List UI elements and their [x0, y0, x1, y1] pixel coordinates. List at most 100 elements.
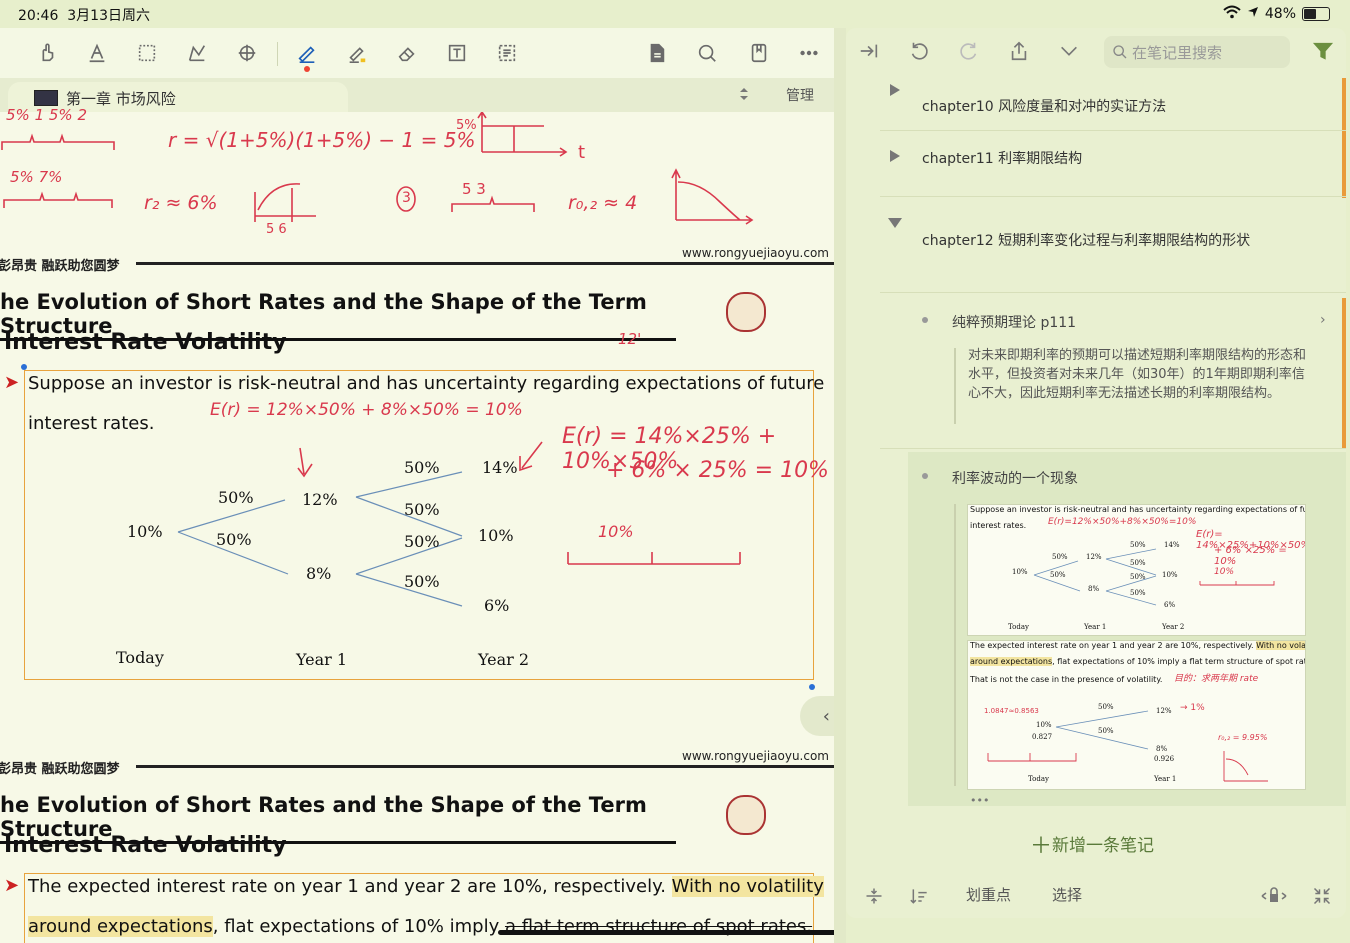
scroll-accent	[1342, 78, 1346, 198]
pen-icon[interactable]	[292, 38, 322, 72]
lasso-free-icon[interactable]	[182, 38, 212, 68]
expand-all-icon[interactable]	[864, 886, 884, 910]
search-icon[interactable]	[692, 38, 722, 68]
bookmark-icon[interactable]	[744, 38, 774, 68]
shape-icon[interactable]	[232, 38, 262, 68]
clip1-p2: 50%	[1130, 559, 1146, 567]
undo-icon[interactable]	[908, 40, 934, 66]
toolbar-divider	[277, 42, 278, 66]
clip1-y1-down: 8%	[1088, 585, 1100, 593]
location-icon	[1247, 6, 1259, 22]
tree-year1: Year 1	[296, 650, 348, 669]
tree-p2: 50%	[404, 500, 440, 519]
add-note-button[interactable]: ＋新增一条笔记	[1030, 828, 1154, 860]
filter-icon[interactable]	[1312, 40, 1338, 66]
select-button[interactable]: 选择	[1052, 884, 1082, 905]
note-title-1[interactable]: 纯粹预期理论 p111	[952, 312, 1076, 332]
expand-triangle-icon[interactable]	[890, 84, 900, 96]
search-placeholder: 在笔记里搜索	[1132, 44, 1223, 62]
eraser-icon[interactable]	[392, 38, 422, 68]
note-content-1: 对未来即期利率的预期可以描述短期利率期限结构的形态和水平，但投资者对未来几年（如…	[968, 348, 1307, 401]
note-bullet	[922, 473, 928, 479]
chapter-12[interactable]: chapter12 短期利率变化过程与利率期限结构的形状	[922, 230, 1250, 250]
battery-percent: 48%	[1264, 6, 1296, 22]
quote-bar	[954, 504, 956, 786]
note-clip-image-1[interactable]: Suppose an investor is risk-neutral and …	[967, 504, 1306, 636]
separator	[880, 196, 1346, 197]
plus-icon: ＋	[1030, 834, 1053, 859]
collapse-triangle-icon[interactable]	[888, 218, 902, 228]
tree-root: 10%	[127, 522, 163, 541]
ocr-icon[interactable]	[492, 38, 522, 68]
slide2-header: 彭昂贵 融跃助您圆梦	[0, 762, 120, 777]
clip2-down: 8%	[1156, 745, 1168, 753]
tree-y2-down: 6%	[484, 596, 510, 615]
status-right: 48%	[1223, 5, 1330, 23]
chevron-right-icon[interactable]: ›	[1320, 312, 1326, 328]
sort-down-icon[interactable]	[910, 886, 930, 910]
lasso-rect-icon[interactable]	[132, 38, 162, 68]
scroll-accent-2	[1342, 298, 1346, 448]
notes-search-input[interactable]: 在笔记里搜索	[1104, 36, 1290, 68]
split-divider[interactable]	[834, 28, 846, 943]
notes-toolbar: 在笔记里搜索	[846, 28, 1346, 78]
slide2-body-line2: around expectations, flat expectations o…	[28, 916, 813, 937]
clip1-p4: 50%	[1130, 589, 1146, 597]
tree-y2-mid: 10%	[478, 526, 514, 545]
expand-triangle-icon[interactable]	[890, 150, 900, 162]
battery-icon	[1302, 7, 1330, 21]
note-bullet	[922, 317, 928, 323]
text-select-icon[interactable]	[82, 38, 112, 68]
document-icon[interactable]	[642, 38, 672, 68]
separator	[880, 448, 1346, 449]
clip2-up: 12%	[1156, 707, 1172, 715]
hand-icon[interactable]	[32, 38, 62, 68]
clip1-root: 10%	[1012, 568, 1028, 576]
chevron-down-icon[interactable]	[1058, 40, 1084, 66]
clip1-y2-down: 6%	[1164, 601, 1176, 609]
note-clip-image-2[interactable]: The expected interest rate on year 1 and…	[967, 640, 1306, 790]
clip1-y2-up: 14%	[1164, 541, 1180, 549]
chapter-10[interactable]: chapter10 风险度量和对冲的实证方法	[922, 96, 1166, 116]
collapse-panel-icon[interactable]	[858, 40, 884, 66]
prev-page-icon[interactable]: ‹	[823, 706, 830, 727]
clip1-y1-up: 12%	[1086, 553, 1102, 561]
manage-button[interactable]: 管理	[786, 85, 814, 105]
tree-y2-up: 14%	[482, 458, 518, 477]
tree-year2: Year 2	[478, 650, 530, 669]
minimize-icon[interactable]	[1312, 886, 1332, 910]
clip2-today: Today	[1028, 775, 1049, 783]
clip2-root: 10%	[1036, 721, 1052, 729]
highlight-button[interactable]: 划重点	[966, 884, 1011, 905]
tree-prob-up: 50%	[218, 488, 254, 507]
textbox-icon[interactable]	[442, 38, 472, 68]
slide2-body-line1: The expected interest rate on year 1 and…	[28, 876, 824, 897]
note-title-2[interactable]: 利率波动的一个现象	[952, 468, 1078, 488]
tree-p3: 50%	[404, 532, 440, 551]
clip1-p-down: 50%	[1050, 571, 1066, 579]
document-thumbnail-icon	[34, 90, 58, 106]
clip1-p-up: 50%	[1052, 553, 1068, 561]
redo-icon[interactable]	[958, 40, 984, 66]
clip1-year2: Year 2	[1162, 623, 1185, 631]
pdf-page[interactable]: 5% 1 5% 2 r = √(1+5%)(1+5%) − 1 = 5% 5% …	[0, 106, 834, 943]
share-icon[interactable]	[1008, 40, 1034, 66]
ink-pct: 10%	[598, 522, 634, 541]
sort-updown-icon[interactable]	[738, 86, 750, 106]
slide2-url: www.rongyuejiaoyu.com	[682, 749, 829, 763]
document-pane: 第一章 市场风险 管理 5% 1 5% 2 r = √(1+5%)(1+5%) …	[0, 28, 834, 943]
tree-p1: 50%	[404, 458, 440, 477]
notes-pane: 在笔记里搜索 chapter10 风险度量和对冲的实证方法 chapter11 …	[846, 28, 1346, 918]
page-nav-control[interactable]: ‹ ›	[800, 696, 834, 736]
home-indicator[interactable]	[498, 930, 834, 935]
more-dots[interactable]: •••	[970, 794, 989, 807]
more-icon[interactable]	[794, 38, 824, 68]
lock-link-icon[interactable]	[1260, 886, 1288, 910]
tree-prob-down: 50%	[216, 530, 252, 549]
clip2-tree-lines	[987, 710, 1268, 782]
clip1-today: Today	[1008, 623, 1029, 631]
search-icon	[1113, 45, 1127, 59]
chapter-11[interactable]: chapter11 利率期限结构	[922, 148, 1082, 168]
highlighter-icon[interactable]	[342, 38, 372, 68]
clip1-p3: 50%	[1130, 573, 1146, 581]
